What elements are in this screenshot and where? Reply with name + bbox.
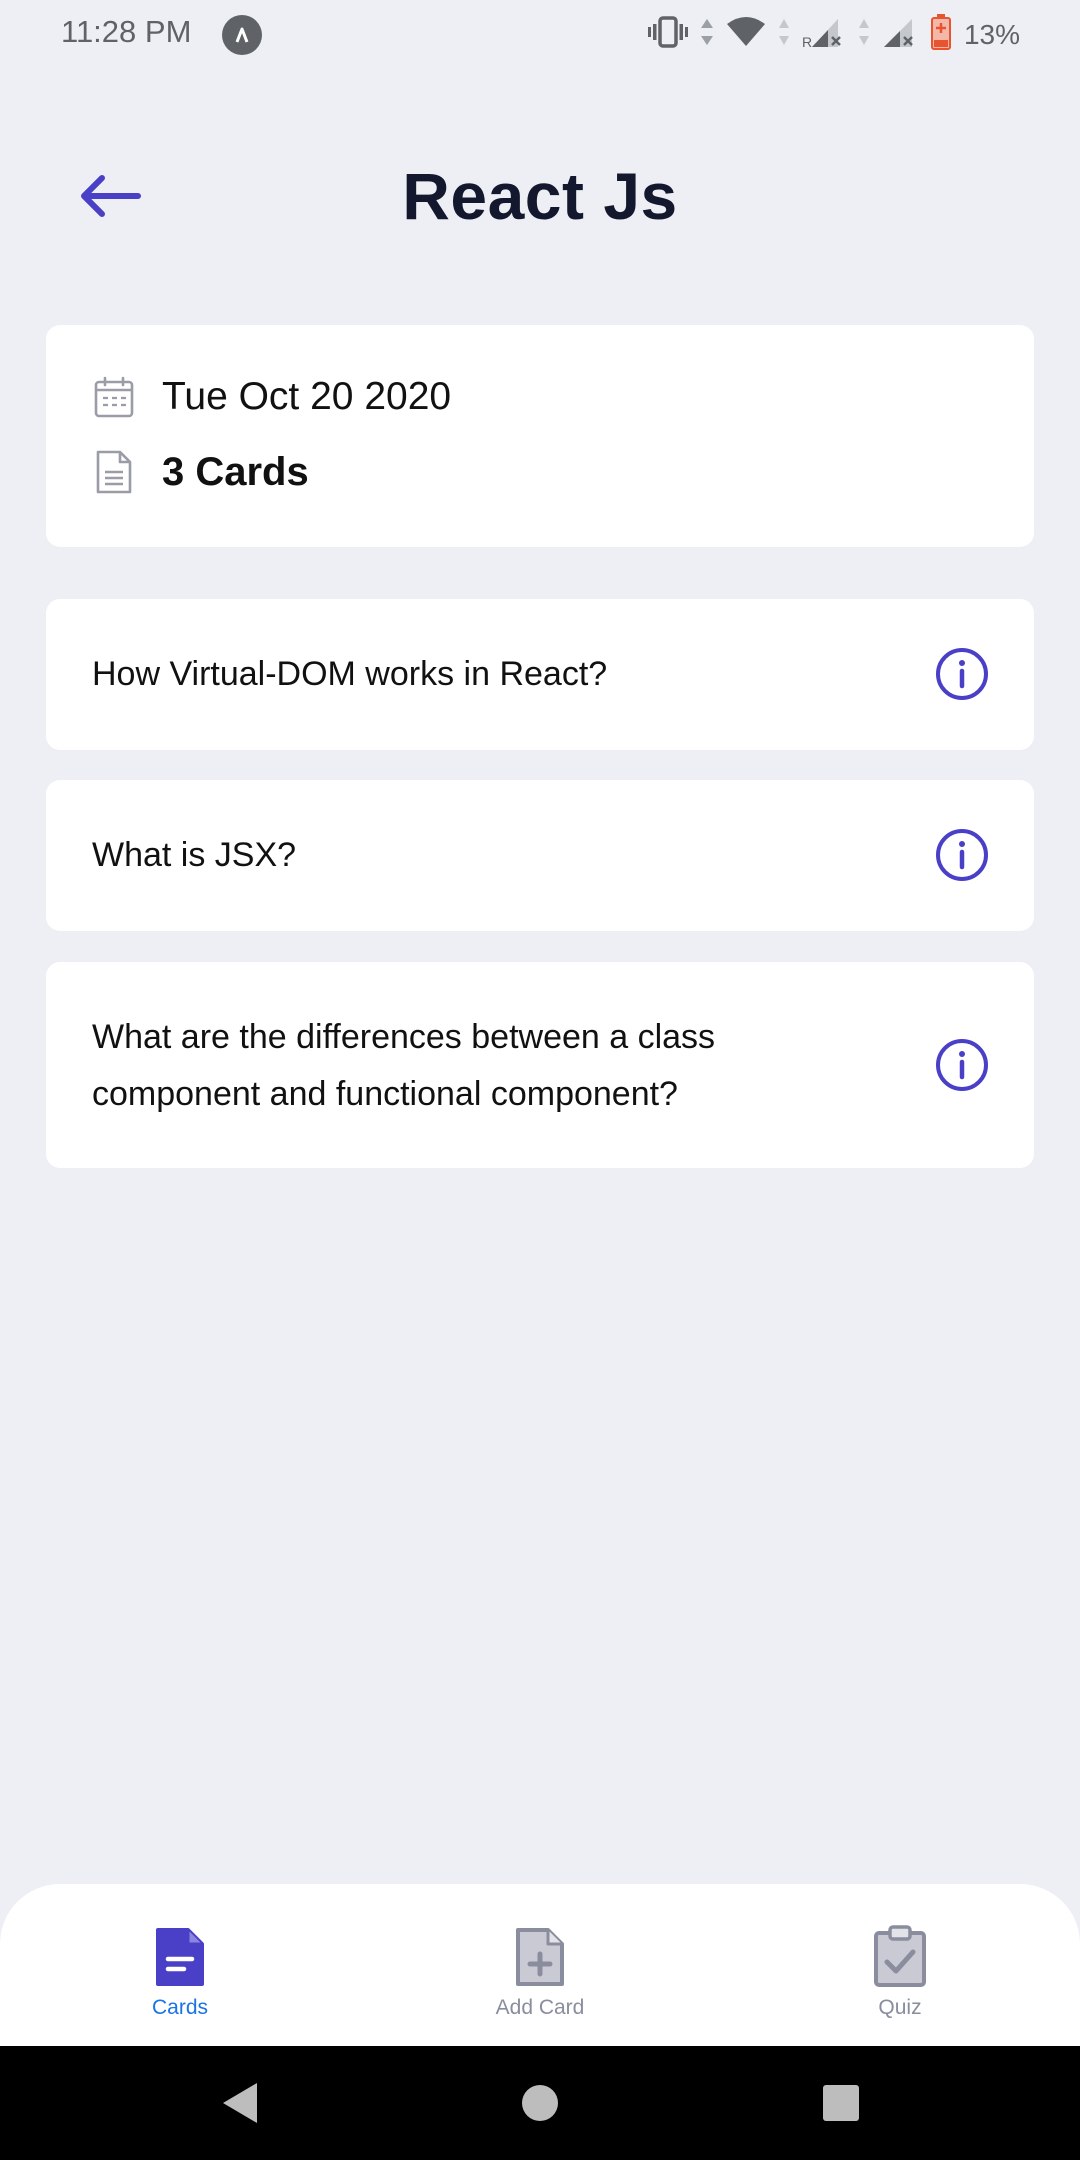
system-home-icon[interactable] xyxy=(517,2080,563,2126)
question-card[interactable]: What is JSX? xyxy=(46,780,1034,931)
question-text: What is JSX? xyxy=(92,836,297,874)
question-text: What are the differences between a class… xyxy=(92,1018,716,1113)
signal-icon xyxy=(882,15,918,54)
app-notification-icon xyxy=(222,15,262,55)
status-icons: R 13% xyxy=(647,14,1020,55)
wifi-icon xyxy=(726,16,766,53)
document-icon xyxy=(92,448,136,496)
nav-add-card[interactable]: Add Card xyxy=(420,1884,660,2046)
info-icon[interactable] xyxy=(934,827,990,883)
document-icon xyxy=(150,1924,210,1990)
deck-date-row: Tue Oct 20 2020 xyxy=(92,373,451,421)
nav-cards-label: Cards xyxy=(151,1996,209,2019)
battery-icon xyxy=(930,14,952,55)
nav-quiz[interactable]: Quiz xyxy=(780,1884,1020,2046)
nav-add-card-label: Add Card xyxy=(495,1996,585,2019)
question-card[interactable]: How Virtual-DOM works in React? xyxy=(46,599,1034,750)
question-text: How Virtual-DOM works in React? xyxy=(92,655,608,693)
vibrate-icon xyxy=(647,15,688,54)
info-icon[interactable] xyxy=(934,646,990,702)
info-icon[interactable] xyxy=(934,1037,990,1093)
signal-r-icon: R xyxy=(802,15,846,54)
deck-count-row: 3 Cards xyxy=(92,448,309,496)
deck-card-count: 3 Cards xyxy=(162,449,309,494)
system-nav-bar xyxy=(0,2046,1080,2160)
system-recents-icon[interactable] xyxy=(818,2080,864,2126)
bottom-nav: Cards Add Card Quiz xyxy=(0,1884,1080,2046)
nav-cards[interactable]: Cards xyxy=(60,1884,300,2046)
data-arrows-icon xyxy=(858,17,870,52)
clipboard-check-icon xyxy=(870,1924,930,1990)
status-bar: 11:28 PM R 13% xyxy=(0,0,1080,70)
deck-info-card: Tue Oct 20 2020 3 Cards xyxy=(46,325,1034,547)
add-document-icon xyxy=(510,1924,570,1990)
system-back-icon[interactable] xyxy=(216,2080,262,2126)
deck-date: Tue Oct 20 2020 xyxy=(162,375,452,418)
data-arrows-icon xyxy=(778,17,790,52)
battery-percent: 13% xyxy=(963,18,1020,50)
svg-text:R: R xyxy=(802,34,812,49)
nav-quiz-label: Quiz xyxy=(878,1996,922,2019)
calendar-icon xyxy=(92,373,136,421)
data-arrows-icon xyxy=(700,17,714,52)
page-title: React Js xyxy=(402,159,678,233)
status-time: 11:28 PM xyxy=(61,14,192,49)
question-card[interactable]: What are the differences between a class… xyxy=(46,962,1034,1168)
